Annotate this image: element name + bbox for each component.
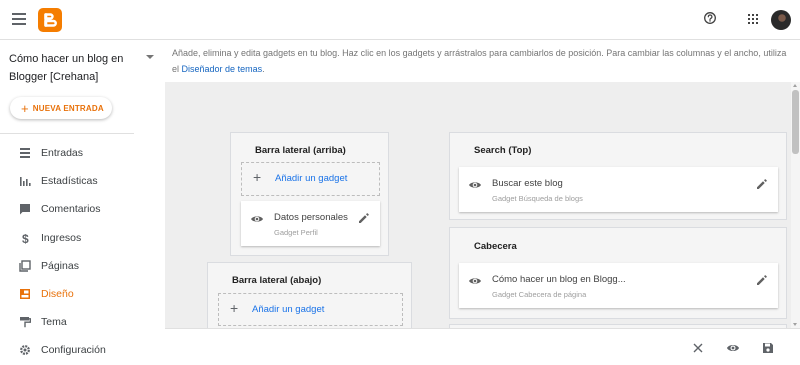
scrollbar-thumb[interactable] — [792, 90, 799, 154]
help-icon[interactable] — [700, 10, 720, 30]
sidebar-item-label: Configuración — [41, 344, 106, 357]
gadget-header[interactable]: Cómo hacer un blog en Blogg... Gadget Ca… — [459, 263, 778, 308]
layout-canvas: Barra lateral (arriba) + Añadir un gadge… — [165, 82, 791, 328]
eye-icon[interactable] — [468, 276, 482, 286]
sidebar-item-label: Páginas — [41, 259, 79, 272]
posts-icon — [20, 148, 30, 158]
new-post-button[interactable]: + NUEVA ENTRADA — [10, 97, 112, 119]
sidebar-item-configuracion[interactable]: Configuración — [0, 336, 165, 364]
sidebar-item-paginas[interactable]: Páginas — [0, 252, 165, 280]
sidebar: Cómo hacer un blog en Blogger [Crehana] … — [0, 40, 165, 365]
eye-icon[interactable] — [468, 180, 482, 190]
sidebar-item-label: Comentarios — [41, 203, 101, 216]
add-gadget-button[interactable]: + Añadir un gadget — [241, 162, 380, 196]
new-post-label: NUEVA ENTRADA — [32, 103, 104, 113]
comments-icon — [20, 204, 30, 215]
add-gadget-button[interactable]: + Añadir un gadget — [218, 293, 403, 326]
section-sidebar-bottom: Barra lateral (abajo) + Añadir un gadget — [207, 262, 412, 328]
apps-grid-icon[interactable] — [743, 10, 763, 30]
svg-text:$: $ — [22, 232, 29, 244]
edit-pencil-icon[interactable] — [756, 179, 767, 190]
section-search-top: Search (Top) Buscar este blog Gadget Bús… — [449, 132, 787, 220]
hamburger-menu-icon[interactable] — [12, 13, 26, 25]
section-sidebar-top: Barra lateral (arriba) + Añadir un gadge… — [230, 132, 389, 256]
section-title: Search (Top) — [474, 145, 532, 156]
edit-pencil-icon[interactable] — [358, 213, 369, 224]
plus-icon: + — [21, 100, 29, 116]
sidebar-item-estadisticas[interactable]: Estadísticas — [0, 167, 165, 195]
sidebar-item-label: Entradas — [41, 147, 84, 159]
gadget-name: Buscar este blog — [492, 178, 563, 189]
blog-name: Cómo hacer un blog en Blogger [Crehana] — [9, 53, 124, 83]
user-avatar[interactable] — [771, 10, 791, 30]
theme-designer-link[interactable]: Diseñador de temas — [182, 64, 263, 74]
gadget-type: Gadget Perfil — [274, 228, 318, 237]
vertical-scrollbar[interactable] — [791, 82, 800, 328]
add-gadget-label: Añadir un gadget — [275, 173, 348, 184]
plus-icon: + — [230, 300, 239, 316]
section-title: Cabecera — [474, 241, 517, 252]
gadget-profile[interactable]: Datos personales Gadget Perfil — [241, 201, 380, 246]
gadget-search[interactable]: Buscar este blog Gadget Búsqueda de blog… — [459, 167, 778, 212]
preview-eye-icon[interactable] — [726, 341, 740, 355]
help-text: Añade, elimina y edita gadgets en tu blo… — [172, 45, 792, 77]
blogger-logo-icon[interactable] — [38, 8, 62, 32]
gadget-type: Gadget Cabecera de página — [492, 290, 587, 299]
sidebar-item-diseno[interactable]: Diseño — [0, 280, 165, 308]
sidebar-item-tema[interactable]: Tema — [0, 308, 165, 336]
paint-roller-icon — [20, 317, 31, 328]
help-text-end: . — [262, 64, 265, 74]
divider — [0, 133, 134, 134]
scroll-up-arrow-icon[interactable] — [793, 84, 797, 87]
section-header: Cabecera Cómo hacer un blog en Blogg... … — [449, 227, 787, 319]
scroll-down-arrow-icon[interactable] — [793, 323, 797, 326]
add-gadget-label: Añadir un gadget — [252, 304, 325, 315]
sidebar-item-entradas[interactable]: Entradas — [0, 139, 165, 167]
layout-icon — [20, 288, 30, 299]
sidebar-item-label: Tema — [41, 316, 67, 329]
gear-icon — [20, 345, 30, 356]
gadget-name: Cómo hacer un blog en Blogg... — [492, 274, 626, 285]
sidebar-item-label: Ingresos — [41, 231, 82, 244]
action-bar — [165, 328, 800, 365]
sidebar-item-label: Estadísticas — [41, 175, 98, 188]
stats-icon — [20, 177, 31, 187]
close-icon[interactable] — [691, 341, 705, 355]
gadget-name: Datos personales — [274, 212, 348, 223]
sidebar-nav: Entradas Estadísticas Comentarios $ Ingr… — [0, 139, 165, 365]
section-title: Barra lateral (arriba) — [255, 145, 346, 156]
dollar-icon: $ — [22, 232, 29, 244]
blog-selector[interactable]: Cómo hacer un blog en Blogger [Crehana] — [9, 50, 154, 86]
sidebar-item-ingresos[interactable]: $ Ingresos — [0, 224, 165, 252]
plus-icon: + — [253, 169, 262, 185]
sidebar-item-label: Diseño — [41, 287, 74, 300]
eye-icon[interactable] — [250, 214, 264, 224]
sidebar-item-comentarios[interactable]: Comentarios — [0, 195, 165, 223]
edit-pencil-icon[interactable] — [756, 275, 767, 286]
pages-icon — [19, 260, 31, 272]
save-icon[interactable] — [761, 341, 775, 355]
main-panel: Añade, elimina y edita gadgets en tu blo… — [165, 40, 800, 365]
gadget-type: Gadget Búsqueda de blogs — [492, 194, 583, 203]
top-bar — [0, 0, 800, 40]
section-title: Barra lateral (abajo) — [232, 275, 322, 286]
chevron-down-icon — [146, 55, 154, 59]
